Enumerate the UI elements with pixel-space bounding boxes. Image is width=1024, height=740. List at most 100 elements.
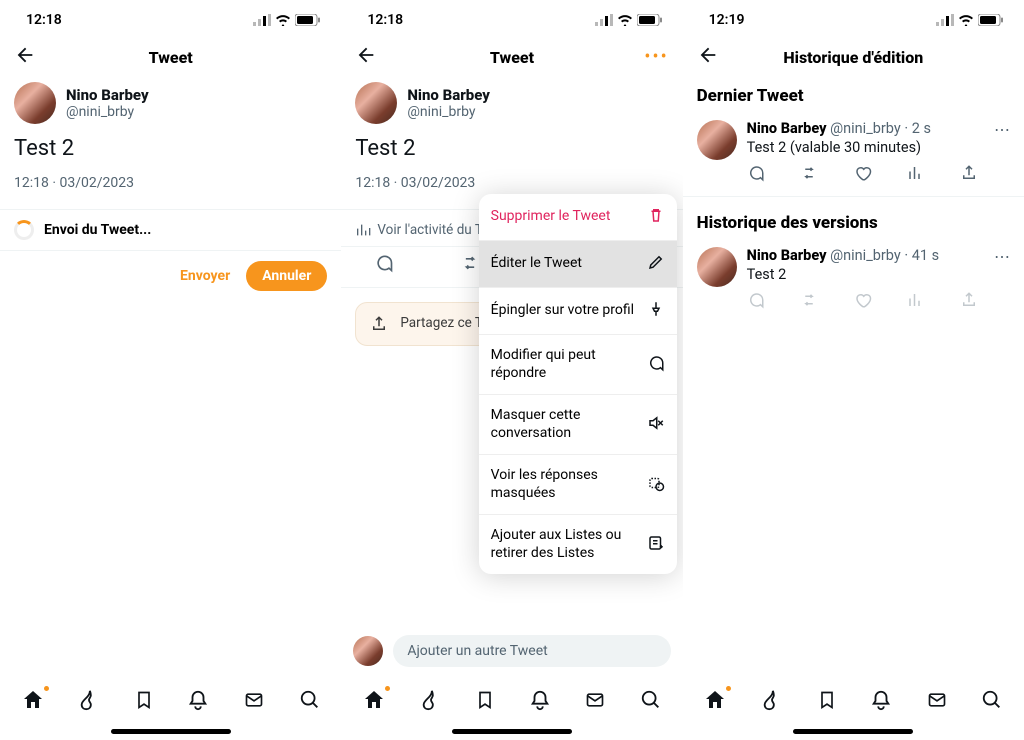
bottom-nav [683,675,1024,729]
nav-home-icon[interactable] [21,688,45,716]
menu-item-label: Masquer cette conversation [491,407,637,442]
status-bar: 12:18 [0,0,341,36]
menu-item-label: Éditer le Tweet [491,255,582,273]
upload-icon [370,315,388,333]
like-icon [854,291,872,313]
cancel-button[interactable]: Annuler [246,261,327,291]
reply-icon[interactable] [747,164,765,186]
status-right-icons [253,14,321,26]
nav-notifications-icon[interactable] [870,689,892,715]
retweet-icon[interactable] [799,164,819,186]
status-time: 12:18 [367,12,403,28]
menu-item-label: Voir les réponses masquées [491,467,637,502]
card-content: Nino Barbey @nini_brby · 2 s Test 2 (val… [747,120,978,196]
nav-messages-icon[interactable] [243,690,265,714]
header: Tweet ••• [341,36,682,78]
reply-icon[interactable] [374,253,394,277]
tweet-author-row[interactable]: Nino Barbey @nini_brby [341,78,682,124]
menu-pin-profile[interactable]: Épingler sur votre profil [479,288,677,335]
menu-delete-tweet[interactable]: Supprimer le Tweet [479,194,677,241]
status-time: 12:18 [26,12,62,28]
status-bar: 12:18 [341,0,682,36]
battery-icon [978,14,1004,26]
tweet-body: Test 2 [0,124,341,161]
nav-search-icon[interactable] [981,689,1003,715]
home-indicator [793,729,913,734]
menu-edit-tweet[interactable]: Éditer le Tweet [479,241,677,288]
back-button[interactable] [355,44,377,70]
compose-input[interactable]: Ajouter un autre Tweet [393,635,670,667]
bottom-nav [0,675,341,729]
retweet-icon [799,291,819,313]
latest-tweet-card[interactable]: Nino Barbey @nini_brby · 2 s Test 2 (val… [683,112,1024,196]
like-icon[interactable] [854,164,872,186]
page-title: Tweet [149,48,193,67]
avatar[interactable] [697,120,737,160]
tweet-author-row[interactable]: Nino Barbey @nini_brby [0,78,341,124]
sending-label: Envoi du Tweet... [44,222,151,238]
nav-messages-icon[interactable] [584,690,606,714]
tweet-age: 2 s [912,120,931,137]
avatar[interactable] [355,82,397,124]
analytics-icon[interactable] [907,164,925,186]
analytics-icon [907,291,925,313]
tweet-actions-disabled [747,283,978,323]
arrow-left-icon [14,44,36,66]
author-handle: @nini_brby [66,104,149,120]
retweet-icon[interactable] [459,253,481,277]
nav-bookmarks-icon[interactable] [134,689,154,715]
tweet-body: Test 2 (valable 30 minutes) [747,137,978,156]
nav-trending-icon[interactable] [761,689,783,715]
nav-trending-icon[interactable] [78,689,100,715]
back-button[interactable] [697,44,719,70]
more-button[interactable]: ••• [644,47,668,68]
nav-notifications-icon[interactable] [529,689,551,715]
screen-left: 12:18 Tweet Nino Barbey @nini_brby Test … [0,0,341,740]
share-icon [960,291,978,313]
menu-change-who-can-reply[interactable]: Modifier qui peut répondre [479,335,677,395]
send-button[interactable]: Envoyer [180,268,230,284]
screen-right: 12:19 Historique d'édition Dernier Tweet… [683,0,1024,740]
menu-view-hidden-replies[interactable]: Voir les réponses masquées [479,455,677,515]
header: Historique d'édition [683,36,1024,78]
nav-trending-icon[interactable] [420,689,442,715]
avatar[interactable] [14,82,56,124]
compose-avatar[interactable] [353,636,383,666]
nav-search-icon[interactable] [640,689,662,715]
tweet-timestamp: 12:18 · 03/02/2023 [0,161,341,195]
author-name: Nino Barbey [747,120,827,137]
nav-notifications-icon[interactable] [187,689,209,715]
avatar[interactable] [697,247,737,287]
nav-bookmarks-icon[interactable] [817,689,837,715]
analytics-icon [355,222,371,238]
tweet-age: 41 s [912,247,939,264]
version-tweet-card[interactable]: Nino Barbey @nini_brby · 41 s Test 2 ⋯ [683,239,1024,323]
card-content: Nino Barbey @nini_brby · 41 s Test 2 [747,247,978,323]
page-title: Historique d'édition [783,48,923,67]
more-button[interactable]: ⋯ [988,247,1010,323]
nav-bookmarks-icon[interactable] [475,689,495,715]
status-bar: 12:19 [683,0,1024,36]
nav-home-icon[interactable] [703,688,727,716]
reply-icon [747,291,765,313]
wifi-icon [275,14,291,26]
back-button[interactable] [14,44,36,70]
notification-dot-icon [726,686,731,691]
share-icon[interactable] [960,164,978,186]
mute-icon [647,414,665,436]
more-button[interactable]: ⋯ [988,120,1010,196]
nav-home-icon[interactable] [362,688,386,716]
signal-icon [936,14,954,26]
menu-mute-conversation[interactable]: Masquer cette conversation [479,395,677,455]
content-area: Nino Barbey @nini_brby Test 2 12:18 · 03… [0,78,341,675]
list-add-icon [647,534,665,556]
nav-search-icon[interactable] [299,689,321,715]
status-time: 12:19 [709,12,745,28]
trash-icon [647,206,665,228]
author-handle: @nini_brby [830,120,901,137]
page-title: Tweet [490,48,534,67]
status-right-icons [936,14,1004,26]
author-name: Nino Barbey [407,86,490,104]
menu-add-remove-lists[interactable]: Ajouter aux Listes ou retirer des Listes [479,515,677,574]
nav-messages-icon[interactable] [926,690,948,714]
